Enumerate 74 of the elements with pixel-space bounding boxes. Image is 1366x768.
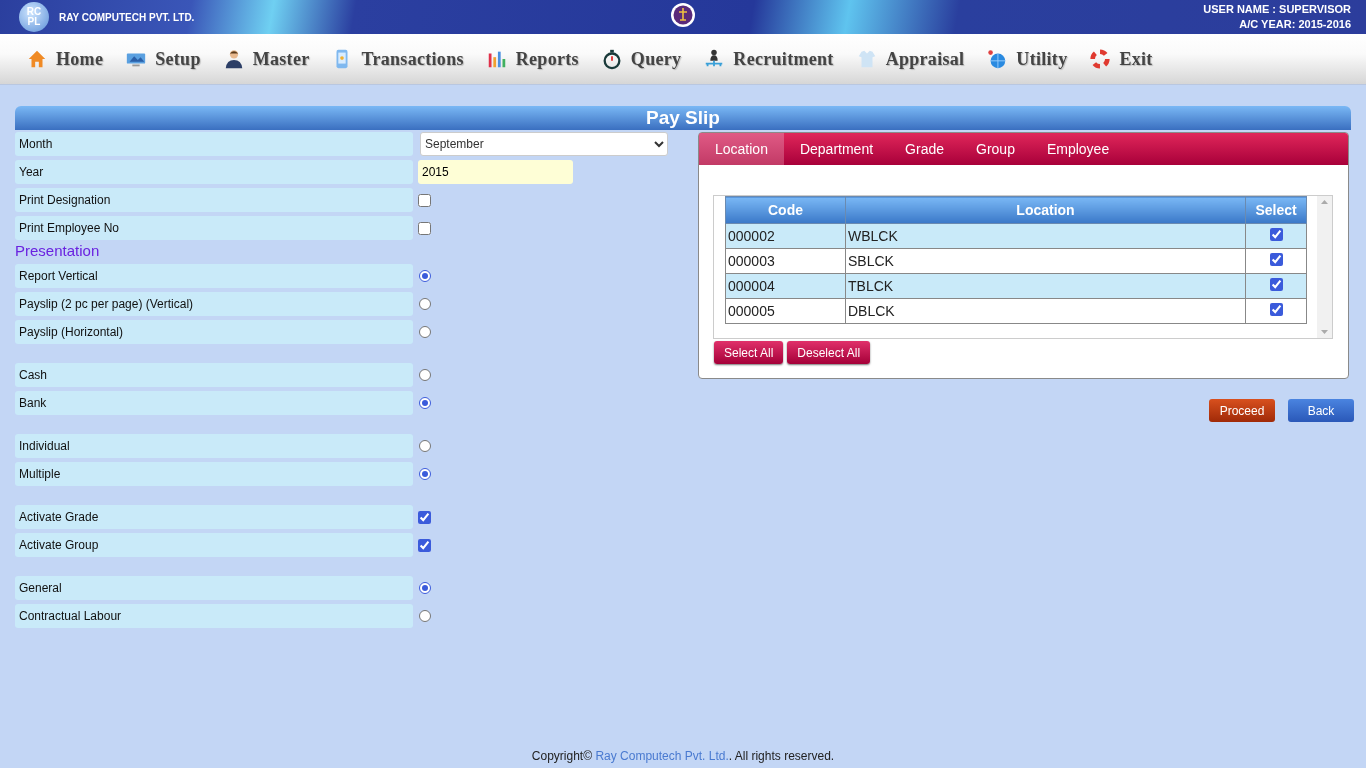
radio-button[interactable] [419,298,431,310]
nav-menu-item[interactable]: Recruitment [703,48,834,70]
tab[interactable]: Group [960,133,1031,165]
action-button[interactable]: Back [1288,399,1354,422]
checkbox[interactable] [1269,253,1283,266]
table-cell: 000002 [725,223,846,249]
checkbox[interactable] [1269,278,1283,291]
field-label: Report Vertical [15,264,413,288]
user-name: USER NAME : SUPERVISOR [1203,2,1351,17]
tab[interactable]: Employee [1030,133,1126,165]
page-title: Pay Slip [15,106,1351,130]
copyright-text: Copyright© Ray Computech Pvt. Ltd.. All rights reserved. [531,749,835,763]
column-header: Select [1245,196,1307,224]
checkbox[interactable] [1269,303,1283,316]
checkbox[interactable] [1269,228,1283,241]
nav-menu-item[interactable]: Query [600,48,682,70]
emblem-icon [670,2,696,28]
radio-button[interactable] [419,397,431,409]
radio-button[interactable] [419,270,431,282]
action-button[interactable]: Proceed [1209,399,1275,422]
company-logo: RCPL [19,2,49,32]
table-action-button[interactable]: Deselect All [787,341,871,364]
field-label: Multiple [15,462,413,486]
section-heading: Presentation [15,242,101,260]
field-label: Month [15,132,413,156]
nav-menu-item[interactable]: Master [222,48,310,70]
field-label: Activate Grade [15,505,413,529]
nav-menu-item[interactable]: Transactions [331,48,464,70]
company-name: RAY COMPUTECH PVT. LTD. [59,11,195,23]
field-label: Year [15,160,413,184]
input-field[interactable]: 2015 [418,160,573,184]
lifebuoy-icon [1089,48,1112,70]
radio-button[interactable] [419,369,431,381]
home-icon [26,48,48,70]
nav-menu-item[interactable]: Home [26,48,104,70]
field-label: Payslip (2 pc per page) (Vertical) [15,292,413,316]
radio-button[interactable] [419,582,431,594]
field-label: General [15,576,413,600]
field-label: Payslip (Horizontal) [15,320,413,344]
checkbox[interactable] [418,221,431,235]
table-cell: 000005 [725,298,846,324]
nav-menu-item[interactable]: Reports [485,48,579,70]
column-header: Code [725,196,846,224]
nav-menu-item[interactable]: Setup [125,48,201,70]
tab[interactable]: Department [783,133,890,165]
checkbox[interactable] [418,510,431,524]
table-cell: DBLCK [845,298,1246,324]
checkbox[interactable] [418,538,431,552]
radio-button[interactable] [419,468,431,480]
field-label: Individual [15,434,413,458]
field-label: Cash [15,363,413,387]
table-action-button[interactable]: Select All [714,341,784,364]
field-label: Contractual Labour [15,604,413,628]
tab[interactable]: Grade [889,133,960,165]
table-cell: 000004 [725,273,846,299]
table-cell: TBLCK [845,273,1246,299]
month-select[interactable]: September [420,132,668,156]
radio-button[interactable] [419,326,431,338]
table-cell: WBLCK [845,223,1246,249]
nav-menu-item[interactable]: Exit [1089,48,1153,70]
radio-button[interactable] [419,440,431,452]
column-header: Location [845,196,1246,224]
field-label: Bank [15,391,413,415]
table-cell: SBLCK [845,248,1246,274]
tab[interactable]: Location [699,133,784,165]
field-label: Print Employee No [15,216,413,240]
field-label: Activate Group [15,533,413,557]
checkbox[interactable] [418,193,431,207]
nav-menu-item[interactable]: Appraisal [855,48,965,70]
accounting-year: A/C YEAR: 2015-2016 [1238,17,1351,32]
nav-menu-item[interactable]: Utility [986,48,1068,70]
table-cell: 000003 [725,248,846,274]
field-label: Print Designation [15,188,413,212]
radio-button[interactable] [419,610,431,622]
